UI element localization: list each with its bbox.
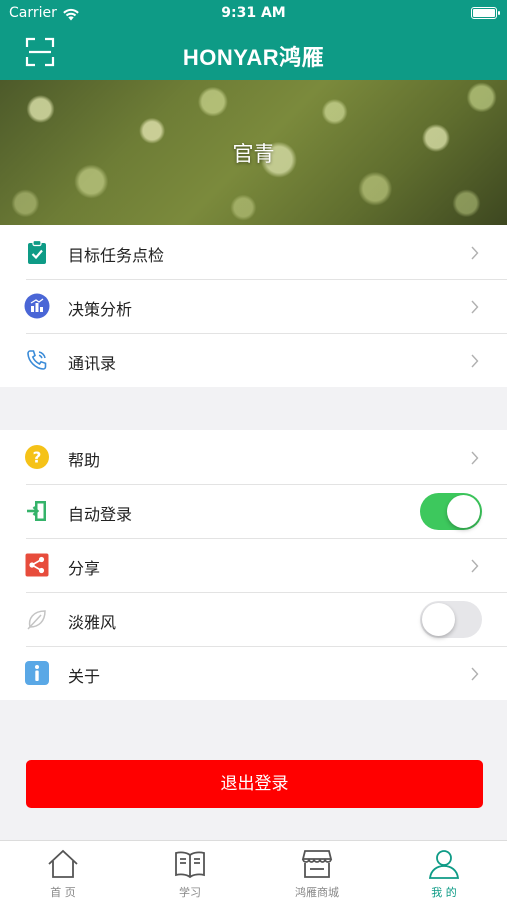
login-icon [24,498,50,524]
tab-label: 我 的 [431,886,457,899]
book-icon [175,851,205,879]
tab-home[interactable]: 首 页 [0,841,126,900]
menu-item-task-check[interactable]: 目标任务点检 [0,225,507,279]
auto-login-toggle[interactable] [420,493,482,530]
menu-item-share[interactable]: 分享 [0,538,507,592]
status-bar: Carrier 9:31 AM [0,0,507,28]
brand-logo: HONYAR鸿雁 [182,45,325,70]
tab-label: 学习 [179,886,201,899]
user-name: 官青 [232,142,275,166]
user-icon [428,850,460,879]
menu-item-help[interactable]: ? 帮助 [0,430,507,484]
menu-item-label: 分享 [68,559,101,578]
menu-item-auto-login: 自动登录 [0,484,507,538]
menu-item-elegant-style: 淡雅风 [0,592,507,646]
analytics-icon [24,293,50,319]
menu-item-label: 关于 [68,667,101,686]
tab-mine[interactable]: 我 的 [381,841,507,900]
leaf-icon [24,606,50,632]
tab-learning[interactable]: 学习 [127,841,253,900]
menu-item-label: 淡雅风 [68,613,117,632]
menu-item-about[interactable]: 关于 [0,646,507,700]
logout-button[interactable]: 退出登录 [26,760,483,808]
menu-item-label: 通讯录 [68,354,117,373]
store-icon [301,850,333,878]
battery-icon [471,7,500,19]
app-header: Carrier 9:31 AM HONYAR鸿雁 [0,0,507,80]
chevron-right-icon [471,666,479,681]
chevron-right-icon [471,299,479,314]
elegant-style-toggle[interactable] [420,601,482,638]
menu-item-label: 帮助 [68,451,101,470]
chevron-right-icon [471,450,479,465]
menu-item-contacts[interactable]: 通讯录 [0,333,507,387]
info-icon [24,660,50,686]
menu-item-label: 自动登录 [68,505,133,524]
chevron-right-icon [471,353,479,368]
tab-label: 首 页 [50,886,76,899]
menu-group-primary: 目标任务点检 决策分析 通讯录 [0,225,507,387]
menu-item-label: 决策分析 [68,300,133,319]
svg-text:?: ? [33,449,42,467]
menu-item-decision-analysis[interactable]: 决策分析 [0,279,507,333]
clipboard-check-icon [24,239,50,265]
chevron-right-icon [471,558,479,573]
tab-store[interactable]: 鸿雁商城 [254,841,380,900]
tab-label: 鸿雁商城 [295,886,339,899]
menu-item-label: 目标任务点检 [68,246,165,265]
status-time: 9:31 AM [221,5,286,21]
share-icon [24,552,50,578]
tab-bar: 首 页 学习 鸿雁商城 我 的 [0,840,507,900]
profile-banner: 官青 [0,80,507,225]
phone-icon [24,347,50,373]
help-icon: ? [24,444,50,470]
home-icon [48,849,78,878]
chevron-right-icon [471,245,479,260]
menu-group-settings: ? 帮助 自动登录 分享 淡雅风 关于 [0,430,507,700]
